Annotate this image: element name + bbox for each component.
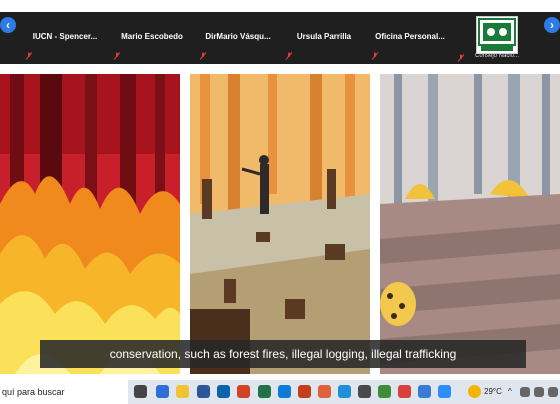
prev-participants-button[interactable]: ‹ [0,17,16,33]
muted-mic-icon [285,52,293,60]
participant-name: DirMario Vásqu... [205,32,271,41]
task-view-icon[interactable] [134,385,147,398]
settings-gear-icon[interactable] [358,385,371,398]
notification-icon[interactable] [548,387,558,397]
muted-mic-icon [25,52,33,60]
weather-temperature[interactable]: 29°C [484,380,502,404]
file-explorer-icon[interactable] [176,385,189,398]
illegal-logging-illustration [190,74,370,374]
edge-browser-icon[interactable] [156,385,169,398]
muted-mic-icon [113,52,121,60]
volume-icon[interactable] [534,387,544,397]
store-icon[interactable] [338,385,351,398]
tray-chevron-up-icon[interactable]: ^ [508,380,512,404]
organization-logo [476,16,518,54]
zoom-icon[interactable] [438,385,451,398]
forest-fire-illustration [0,74,180,374]
app-icon[interactable] [418,385,431,398]
taskbar-search-box[interactable]: quí para buscar [0,380,128,404]
office-icon[interactable] [237,385,250,398]
participant-name: Oficina Personal... [375,32,445,41]
muted-mic-icon [371,52,379,60]
subtitle-caption: conservation, such as forest fires, ille… [40,340,526,368]
excel-icon[interactable] [258,385,271,398]
top-white-bar [0,0,560,12]
participant-tile[interactable]: Mario Escobedo [110,12,194,64]
powerpoint-icon[interactable] [298,385,311,398]
participant-name: Ursula Parrilla [296,32,352,41]
chrome-icon[interactable] [398,385,411,398]
participant-tile[interactable]: DirMario Vásqu... [196,12,280,64]
photos-icon[interactable] [278,385,291,398]
muted-mic-icon [199,52,207,60]
illegal-trafficking-illustration [380,74,560,374]
mail-icon[interactable] [217,385,230,398]
network-icon[interactable] [520,387,530,397]
chevron-right-icon: › [550,18,554,32]
app-icon[interactable] [378,385,391,398]
participant-tile-logo[interactable]: Consejo Nacio... [454,12,540,64]
participant-name: Mario Escobedo [121,32,183,41]
media-player-icon[interactable] [318,385,331,398]
participant-tile[interactable]: Ursula Parrilla [282,12,366,64]
windows-taskbar: quí para buscar 29°C ^ [0,380,560,404]
participant-tile[interactable]: IUCN - Spencer... [22,12,108,64]
chevron-left-icon: ‹ [6,18,10,32]
participant-name: Consejo Nacio... [474,53,520,59]
next-participants-button[interactable]: › [544,17,560,33]
weather-sun-icon[interactable] [468,385,481,398]
word-icon[interactable] [197,385,210,398]
participant-tile[interactable]: Oficina Personal... [368,12,452,64]
participant-name: IUCN - Spencer... [32,32,98,41]
shared-screen [0,64,560,380]
